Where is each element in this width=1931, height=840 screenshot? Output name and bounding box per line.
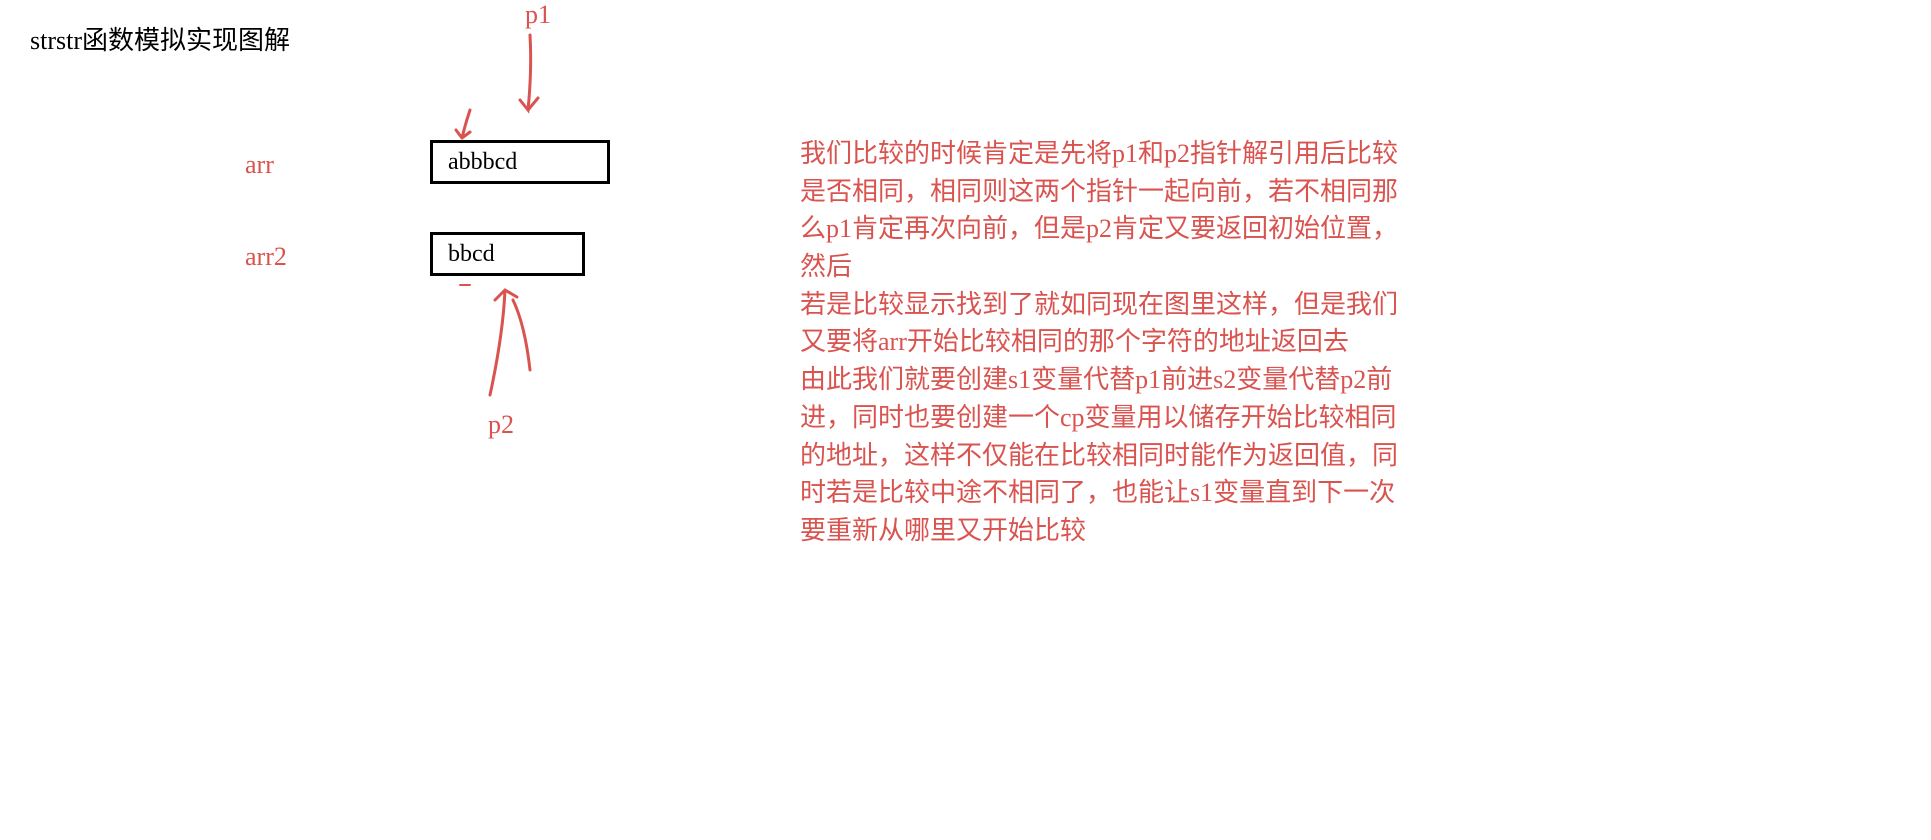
box-arr: abbbcd bbox=[430, 140, 610, 184]
arrow-p1-down-icon bbox=[450, 30, 570, 140]
box-arr2: bbcd bbox=[430, 232, 585, 276]
label-arr2: arr2 bbox=[245, 242, 287, 272]
label-p1: p1 bbox=[525, 0, 551, 30]
label-p2: p2 bbox=[488, 410, 514, 440]
diagram-title: strstr函数模拟实现图解 bbox=[30, 20, 290, 57]
explanation-text: 我们比较的时候肯定是先将p1和p2指针解引用后比较是否相同，相同则这两个指针一起… bbox=[800, 135, 1420, 550]
arrow-p2-up-icon bbox=[455, 275, 555, 405]
label-arr: arr bbox=[245, 150, 274, 180]
